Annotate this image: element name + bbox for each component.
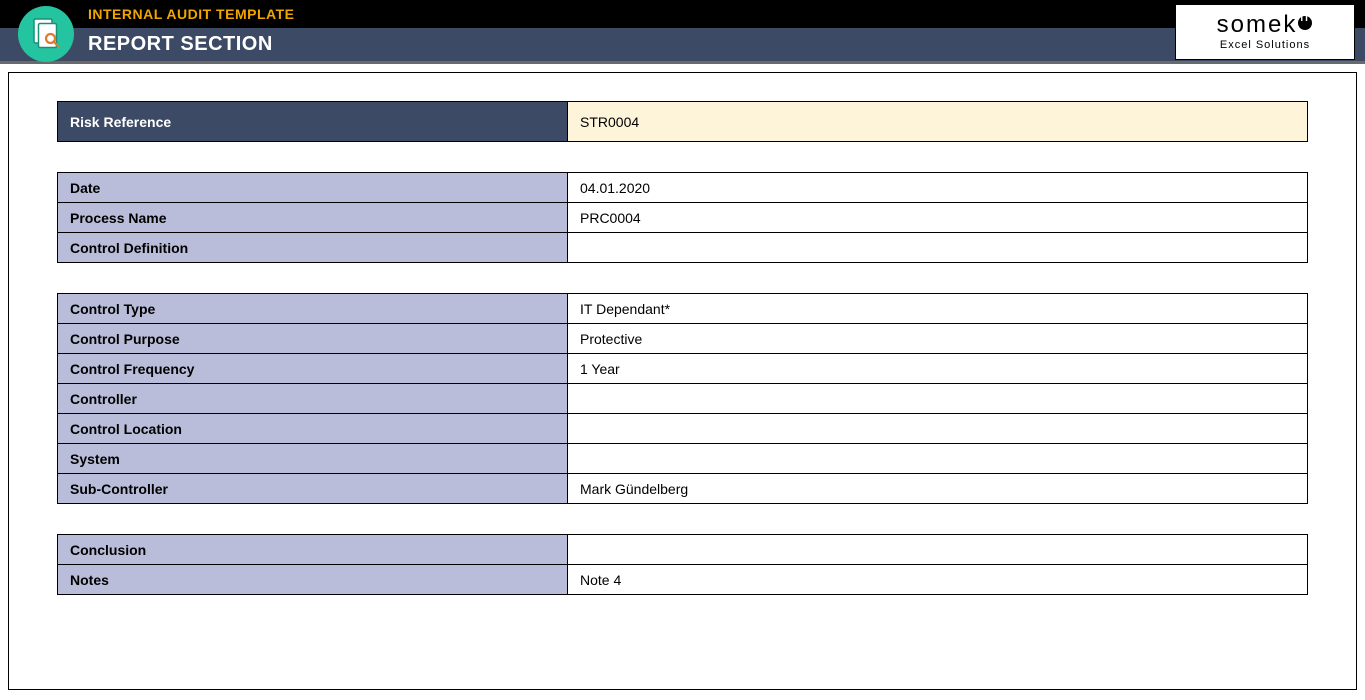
date-value[interactable]: 04.01.2020 [568,173,1308,203]
system-value[interactable] [568,444,1308,474]
control-block: Control Type IT Dependant* Control Purpo… [57,293,1308,504]
risk-reference-label: Risk Reference [58,102,568,142]
control-purpose-label: Control Purpose [58,324,568,354]
table-row: Controller [58,384,1308,414]
table-row: System [58,444,1308,474]
control-frequency-value[interactable]: 1 Year [568,354,1308,384]
info-block: Date 04.01.2020 Process Name PRC0004 Con… [57,172,1308,263]
control-location-label: Control Location [58,414,568,444]
risk-reference-value[interactable]: STR0004 [568,102,1308,142]
table-row: Control Definition [58,233,1308,263]
footer-block: Conclusion Notes Note 4 [57,534,1308,595]
date-label: Date [58,173,568,203]
conclusion-value[interactable] [568,535,1308,565]
brand-subtitle: Excel Solutions [1220,39,1310,51]
table-row: Control Location [58,414,1308,444]
template-title: INTERNAL AUDIT TEMPLATE [88,6,294,22]
process-name-label: Process Name [58,203,568,233]
document-search-icon [18,6,74,62]
process-name-value[interactable]: PRC0004 [568,203,1308,233]
system-label: System [58,444,568,474]
table-row: Sub-Controller Mark Gündelberg [58,474,1308,504]
control-definition-value[interactable] [568,233,1308,263]
control-frequency-label: Control Frequency [58,354,568,384]
report-content: Risk Reference STR0004 Date 04.01.2020 P… [8,72,1357,690]
conclusion-label: Conclusion [58,535,568,565]
control-type-value[interactable]: IT Dependant* [568,294,1308,324]
sub-controller-value[interactable]: Mark Gündelberg [568,474,1308,504]
table-row: Conclusion [58,535,1308,565]
risk-reference-block: Risk Reference STR0004 [57,101,1308,142]
table-row: Process Name PRC0004 [58,203,1308,233]
control-definition-label: Control Definition [58,233,568,263]
notes-label: Notes [58,565,568,595]
control-location-value[interactable] [568,414,1308,444]
control-purpose-value[interactable]: Protective [568,324,1308,354]
brand-name: somek [1217,13,1314,37]
table-row: Notes Note 4 [58,565,1308,595]
control-type-label: Control Type [58,294,568,324]
sub-controller-label: Sub-Controller [58,474,568,504]
table-row: Control Frequency 1 Year [58,354,1308,384]
controller-label: Controller [58,384,568,414]
section-title: REPORT SECTION [88,33,273,56]
table-row: Control Type IT Dependant* [58,294,1308,324]
table-row: Date 04.01.2020 [58,173,1308,203]
brand-logo: somek Excel Solutions [1175,4,1355,60]
header-top-bar: INTERNAL AUDIT TEMPLATE somek Excel Solu… [0,0,1365,28]
controller-value[interactable] [568,384,1308,414]
notes-value[interactable]: Note 4 [568,565,1308,595]
header-sub-bar: REPORT SECTION [0,28,1365,64]
table-row: Risk Reference STR0004 [58,102,1308,142]
table-row: Control Purpose Protective [58,324,1308,354]
